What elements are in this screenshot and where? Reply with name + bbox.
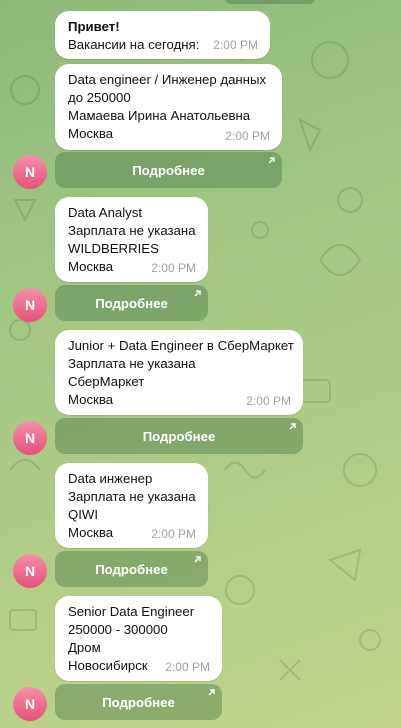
details-button-label: Подробнее bbox=[95, 561, 168, 577]
vacancy-company: Мамаева Ирина Анатольевна bbox=[68, 108, 251, 123]
message-time: 2:00 PM bbox=[213, 38, 258, 52]
details-button[interactable]: Подробнее bbox=[55, 152, 282, 188]
avatar[interactable]: N bbox=[13, 155, 47, 189]
message-bubble-vacancy: Data engineer / Инженер данных до 250000… bbox=[55, 64, 282, 150]
avatar[interactable]: N bbox=[13, 288, 47, 322]
vacancy-salary: Зарплата не указана bbox=[68, 223, 196, 238]
details-button[interactable]: Подробнее bbox=[55, 551, 208, 587]
details-button-label: Подробнее bbox=[102, 694, 175, 710]
avatar-letter: N bbox=[24, 164, 36, 180]
vacancy-company: QIWI bbox=[68, 507, 99, 522]
avatar[interactable]: N bbox=[13, 687, 47, 721]
vacancy-company: Дром bbox=[68, 640, 101, 655]
vacancy-salary: до 250000 bbox=[68, 90, 131, 105]
details-button-label: Подробнее bbox=[142, 428, 216, 444]
external-link-arrow-icon bbox=[268, 157, 275, 164]
vacancy-title: Data Analyst bbox=[68, 205, 143, 220]
avatar-letter: N bbox=[24, 297, 36, 313]
external-link-arrow-icon bbox=[194, 556, 201, 563]
vacancy-title: Data инженер bbox=[68, 471, 153, 486]
external-link-arrow-icon bbox=[208, 689, 215, 696]
details-button-label: Подробнее bbox=[132, 162, 205, 178]
details-button[interactable]: Подробнее bbox=[55, 285, 208, 321]
message-time: 2:00 PM bbox=[225, 129, 270, 143]
message-text-line: Привет! bbox=[68, 19, 120, 34]
message-bubble-vacancy: Junior + Data Engineer в СберМаркет Зарп… bbox=[55, 330, 303, 415]
message-time: 2:00 PM bbox=[165, 660, 210, 674]
avatar-letter: N bbox=[24, 696, 36, 712]
external-link-arrow-icon bbox=[289, 423, 296, 430]
vacancy-salary: Зарплата не указана bbox=[68, 356, 196, 371]
details-button-label: Подробнее bbox=[95, 295, 168, 311]
vacancy-company: WILDBERRIES bbox=[68, 241, 159, 256]
vacancy-title: Junior + Data Engineer в СберМаркет bbox=[68, 338, 294, 353]
avatar[interactable]: N bbox=[13, 554, 47, 588]
previous-message-fragment bbox=[225, 0, 315, 4]
details-button[interactable]: Подробнее bbox=[55, 418, 303, 454]
vacancy-title: Senior Data Engineer bbox=[68, 604, 195, 619]
message-bubble-vacancy: Senior Data Engineer 250000 - 300000 Дро… bbox=[55, 596, 222, 681]
vacancy-title: Data engineer / Инженер данных bbox=[68, 72, 267, 87]
avatar-letter: N bbox=[24, 430, 36, 446]
vacancy-salary: Зарплата не указана bbox=[68, 489, 196, 504]
details-button[interactable]: Подробнее bbox=[55, 684, 222, 720]
avatar-letter: N bbox=[24, 563, 36, 579]
vacancy-company: СберМаркет bbox=[68, 374, 145, 389]
external-link-arrow-icon bbox=[194, 290, 201, 297]
vacancy-salary: 250000 - 300000 bbox=[68, 622, 168, 637]
message-time: 2:00 PM bbox=[246, 394, 291, 408]
message-bubble-vacancy: Data инженер Зарплата не указана QIWI Мо… bbox=[55, 463, 208, 548]
message-bubble-greeting: Привет! Вакансии на сегодня: 2:00 PM bbox=[55, 11, 270, 59]
message-time: 2:00 PM bbox=[151, 527, 196, 541]
message-bubble-vacancy: Data Analyst Зарплата не указана WILDBER… bbox=[55, 197, 208, 282]
avatar[interactable]: N bbox=[13, 421, 47, 455]
message-time: 2:00 PM bbox=[151, 261, 196, 275]
